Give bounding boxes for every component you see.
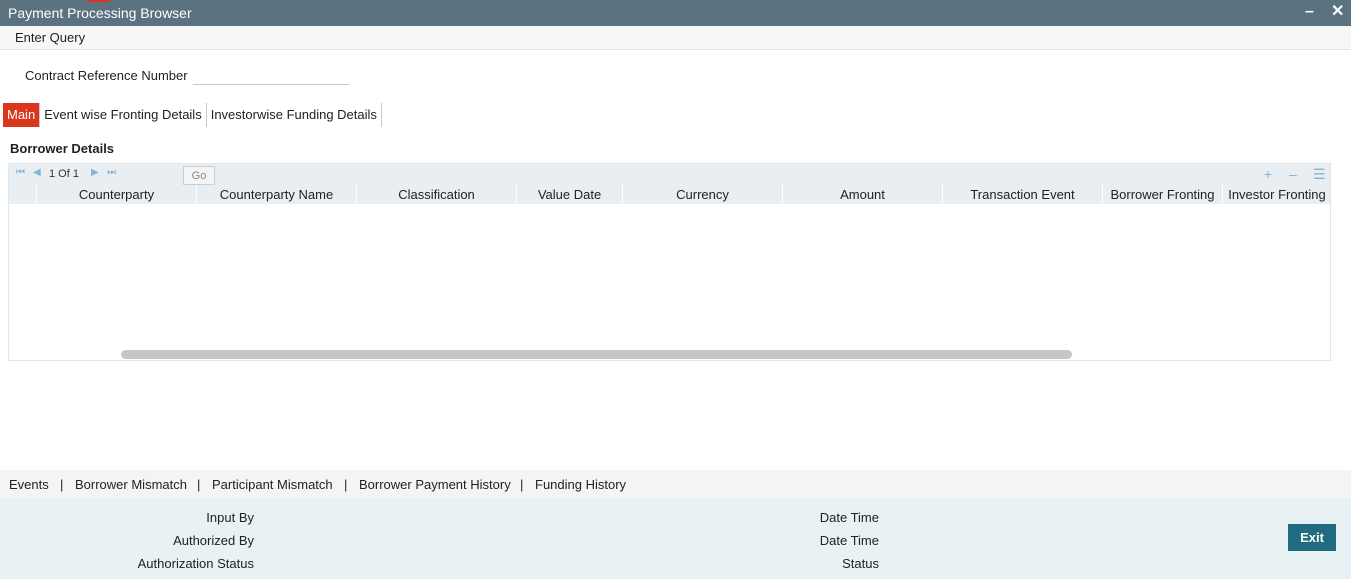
authorized-by-label: Authorized By	[173, 533, 254, 548]
tab-main[interactable]: Main	[3, 103, 41, 127]
contract-reference-label: Contract Reference Number	[25, 68, 188, 83]
link-separator: |	[197, 477, 201, 492]
borrower-details-title: Borrower Details	[10, 141, 115, 156]
borrower-payment-history-link[interactable]: Borrower Payment History	[359, 477, 511, 492]
horizontal-scrollbar[interactable]	[121, 350, 1072, 359]
title-bar: Payment Processing Browser – ✕	[0, 0, 1351, 26]
prev-page-icon[interactable]: ◀	[33, 167, 41, 178]
enter-query-menu[interactable]: Enter Query	[15, 30, 85, 45]
input-by-label: Input By	[206, 510, 254, 525]
events-link[interactable]: Events	[9, 477, 49, 492]
list-view-icon[interactable]: ☰	[1313, 166, 1326, 183]
menu-bar: Enter Query	[0, 26, 1351, 50]
add-row-icon[interactable]: +	[1264, 166, 1272, 182]
first-page-icon[interactable]: ⏮	[16, 167, 25, 178]
funding-history-link[interactable]: Funding History	[535, 477, 626, 492]
go-button[interactable]: Go	[183, 166, 215, 185]
link-separator: |	[520, 477, 524, 492]
column-header-investor-fronting[interactable]: Investor Fronting	[1223, 185, 1330, 204]
grid-body	[9, 204, 1330, 352]
date-time-label: Date Time	[819, 533, 879, 548]
tab-bar: Main Event wise Fronting Details Investo…	[3, 103, 382, 127]
contract-reference-input[interactable]	[193, 64, 349, 85]
select-all-column[interactable]	[9, 185, 37, 204]
link-separator: |	[344, 477, 348, 492]
window-title: Payment Processing Browser	[8, 5, 192, 21]
next-page-icon[interactable]: ▶	[91, 167, 99, 178]
exit-button[interactable]: Exit	[1288, 524, 1336, 551]
grid-header: Counterparty Counterparty Name Classific…	[9, 185, 1330, 204]
tab-event-wise-fronting[interactable]: Event wise Fronting Details	[40, 103, 207, 127]
status-label: Status	[842, 556, 879, 571]
minimize-icon[interactable]: –	[1305, 3, 1314, 21]
column-header-value-date[interactable]: Value Date	[517, 185, 623, 204]
column-header-counterparty[interactable]: Counterparty	[37, 185, 197, 204]
links-bar: Events | Borrower Mismatch | Participant…	[0, 470, 1351, 498]
column-header-currency[interactable]: Currency	[623, 185, 783, 204]
grid-toolbar: ⏮ ◀ 1 Of 1 ▶ ⏭ Go + – ☰	[9, 164, 1330, 185]
page-indicator: 1 Of 1	[49, 168, 79, 180]
column-header-classification[interactable]: Classification	[357, 185, 517, 204]
column-header-amount[interactable]: Amount	[783, 185, 943, 204]
link-separator: |	[60, 477, 64, 492]
close-icon[interactable]: ✕	[1331, 3, 1344, 21]
audit-footer: Input By Authorized By Authorization Sta…	[0, 498, 1351, 579]
column-header-transaction-event[interactable]: Transaction Event	[943, 185, 1103, 204]
authorization-status-label: Authorization Status	[137, 556, 254, 571]
column-header-counterparty-name[interactable]: Counterparty Name	[197, 185, 357, 204]
delete-row-icon[interactable]: –	[1289, 166, 1297, 182]
column-header-borrower-fronting[interactable]: Borrower Fronting	[1103, 185, 1223, 204]
borrower-grid: ⏮ ◀ 1 Of 1 ▶ ⏭ Go + – ☰ Counterparty Cou…	[8, 163, 1331, 361]
borrower-mismatch-link[interactable]: Borrower Mismatch	[75, 477, 187, 492]
title-accent	[88, 0, 110, 2]
participant-mismatch-link[interactable]: Participant Mismatch	[212, 477, 333, 492]
tab-investorwise-funding[interactable]: Investorwise Funding Details	[207, 103, 382, 127]
last-page-icon[interactable]: ⏭	[107, 167, 116, 178]
date-time-label: Date Time	[819, 510, 879, 525]
